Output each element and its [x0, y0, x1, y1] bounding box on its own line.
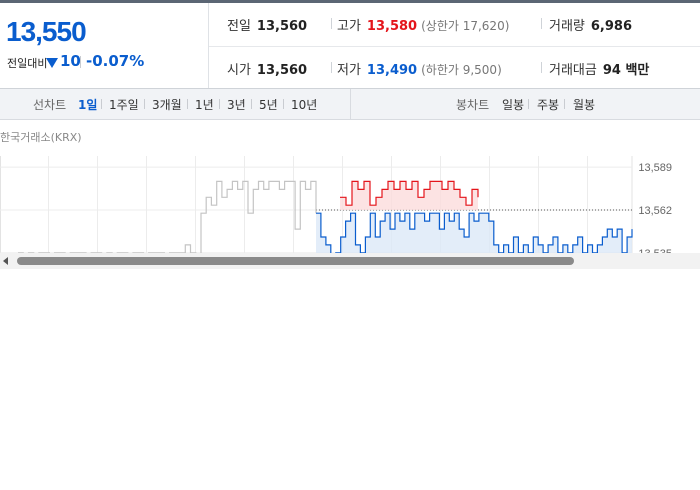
price-chart: 한국거래소(KRX) 13,58913,56213,535: [0, 120, 700, 268]
period-bar: 선차트 1일 1주일 3개월 1년 3년 5년 10년 봉차트 일봉 주봉 월봉: [0, 89, 700, 120]
stat-sub: (상한가 17,620): [421, 19, 510, 33]
down-arrow-icon: [46, 58, 58, 68]
row-divider: [209, 46, 700, 47]
chart-scrollbar[interactable]: [0, 253, 700, 269]
divider: [528, 99, 529, 109]
divider: [331, 62, 332, 73]
stat-volume: 거래량 6,986: [549, 15, 632, 34]
stat-value: 6,986: [590, 19, 633, 34]
current-price: 13,550: [6, 16, 87, 47]
scroll-left-icon[interactable]: [3, 257, 8, 265]
divider: [283, 99, 284, 109]
divider: [251, 99, 252, 109]
quote-summary: 13,550 전일대비 10 -0.07% 전일 13,560 고가 13,580(…: [0, 3, 700, 89]
stat-label: 거래대금: [549, 63, 597, 78]
price-box: 13,550 전일대비 10 -0.07%: [0, 3, 209, 88]
stat-label: 전일: [227, 19, 251, 34]
candle-chart-title: 봉차트: [456, 98, 490, 112]
stat-open: 시가 13,560: [227, 59, 307, 78]
chart-plot: 13,58913,56213,535: [0, 156, 672, 268]
divider: [541, 18, 542, 29]
above-reference-fill: [340, 181, 478, 210]
period-1y[interactable]: 1년: [195, 96, 214, 113]
change-value: 10: [60, 52, 81, 70]
period-5y[interactable]: 5년: [259, 96, 278, 113]
stat-prev-close: 전일 13,560: [227, 15, 307, 34]
stat-label: 고가: [337, 19, 361, 34]
candle-weekly[interactable]: 주봉: [537, 96, 559, 113]
change-label: 전일대비: [7, 57, 48, 70]
stat-label: 저가: [337, 63, 361, 78]
divider: [564, 99, 565, 109]
stat-value: 13,560: [256, 19, 308, 34]
divider: [331, 18, 332, 29]
scroll-thumb[interactable]: [17, 257, 574, 265]
divider: [219, 99, 220, 109]
stat-label: 시가: [227, 63, 251, 78]
divider: [101, 99, 102, 109]
stat-low: 저가 13,490 (하한가 9,500): [337, 59, 502, 78]
stat-label: 거래량: [549, 19, 585, 34]
stat-value: 94 백만: [602, 63, 650, 78]
divider: [144, 99, 145, 109]
candle-monthly[interactable]: 월봉: [573, 96, 595, 113]
stat-high: 고가 13,580 (상한가 17,620): [337, 15, 509, 34]
period-10y[interactable]: 10년: [291, 96, 317, 113]
stat-value: 13,560: [256, 63, 308, 78]
period-1d[interactable]: 1일: [78, 96, 97, 113]
change-rate: -0.07%: [86, 52, 145, 70]
divider: [541, 62, 542, 73]
line-chart-periods: 선차트 1일 1주일 3개월 1년 3년 5년 10년: [0, 89, 351, 119]
period-3y[interactable]: 3년: [227, 96, 246, 113]
divider: [80, 56, 81, 68]
price-line-prior-session: [18, 180, 317, 262]
y-tick-label: 13,562: [638, 205, 672, 217]
period-3m[interactable]: 3개월: [152, 96, 182, 113]
y-tick-label: 13,589: [638, 162, 672, 174]
stat-sub: (하한가 9,500): [421, 63, 502, 77]
line-chart-title: 선차트: [33, 98, 67, 112]
stat-value: 13,580: [366, 19, 418, 34]
stat-value: 13,490: [366, 63, 418, 78]
candle-daily[interactable]: 일봉: [502, 96, 524, 113]
period-1w[interactable]: 1주일: [109, 96, 139, 113]
stat-trade-amount: 거래대금 94 백만: [549, 59, 649, 78]
divider: [187, 99, 188, 109]
